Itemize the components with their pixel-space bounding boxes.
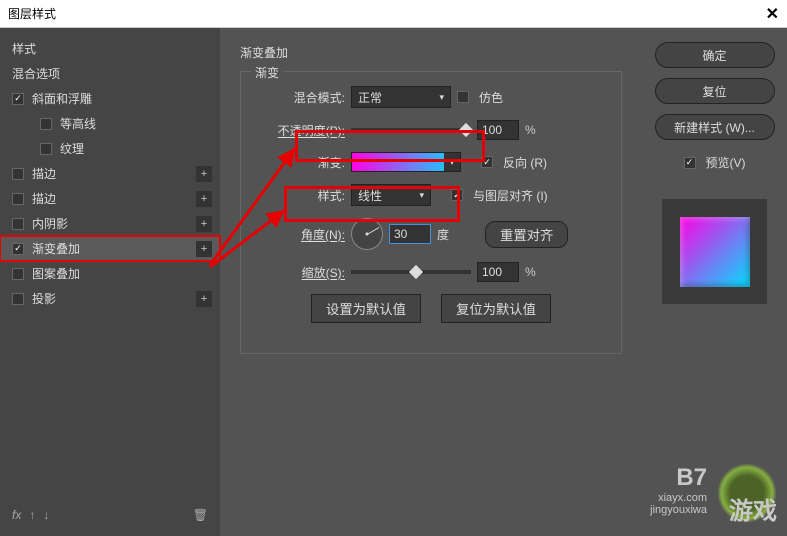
fx-icon[interactable]: fx [12, 508, 21, 522]
checkbox-icon[interactable] [12, 93, 24, 105]
window-title: 图层样式 [8, 5, 56, 22]
dither-label: 仿色 [479, 89, 503, 106]
arrow-down-icon[interactable]: ↓ [43, 508, 49, 522]
titlebar: 图层样式 ✕ [0, 0, 787, 28]
sidebar-item-drop-shadow[interactable]: 投影 + [0, 286, 220, 311]
sidebar-item-stroke-1[interactable]: 描边 + [0, 161, 220, 186]
sidebar-item-label: 描边 [32, 165, 56, 182]
arrow-up-icon[interactable]: ↑ [29, 508, 35, 522]
checkbox-icon[interactable] [12, 193, 24, 205]
plus-icon[interactable]: + [196, 191, 212, 207]
sidebar-item-label: 斜面和浮雕 [32, 90, 92, 107]
right-panel: 确定 复位 新建样式 (W)... 预览(V) [642, 28, 787, 536]
align-checkbox[interactable] [451, 189, 463, 201]
scale-label: 缩放(S): [259, 264, 345, 281]
sidebar-styles-header[interactable]: 样式 [0, 36, 220, 61]
reset-button[interactable]: 复位 [655, 78, 775, 104]
sidebar-blend-options[interactable]: 混合选项 [0, 61, 220, 86]
gradient-picker[interactable]: ▾ [351, 152, 461, 172]
styles-sidebar: 样式 混合选项 斜面和浮雕 等高线 纹理 描边 + 描边 + 内阴影 + [0, 28, 220, 536]
dither-checkbox[interactable] [457, 91, 469, 103]
percent-label: % [525, 123, 536, 137]
plus-icon[interactable]: + [196, 166, 212, 182]
fieldset-legend: 渐变 [251, 64, 283, 81]
plus-icon[interactable]: + [196, 291, 212, 307]
close-icon[interactable]: ✕ [766, 4, 779, 24]
reset-default-button[interactable]: 复位为默认值 [441, 294, 551, 323]
reset-align-button[interactable]: 重置对齐 [485, 221, 568, 248]
reverse-checkbox[interactable] [481, 156, 493, 168]
plus-icon[interactable]: + [196, 241, 212, 257]
scale-input[interactable]: 100 [477, 262, 519, 282]
panel-title: 渐变叠加 [240, 44, 622, 61]
plus-icon[interactable]: + [196, 216, 212, 232]
options-panel: 渐变叠加 渐变 混合模式: 正常 ▾ 仿色 不透明度(P): 100 % 渐变: [220, 28, 642, 536]
sidebar-item-label: 图案叠加 [32, 265, 80, 282]
checkbox-icon[interactable] [12, 218, 24, 230]
sidebar-item-label: 纹理 [60, 140, 84, 157]
gradient-label: 渐变: [259, 154, 345, 171]
watermark: B7 xiayx.com jingyouxiwa 游戏 [717, 463, 777, 526]
sidebar-footer: fx ↑ ↓ 🗑 [0, 502, 220, 528]
sidebar-item-label: 投影 [32, 290, 56, 307]
sidebar-item-bevel[interactable]: 斜面和浮雕 [0, 86, 220, 111]
chevron-down-icon: ▾ [419, 190, 424, 201]
angle-label: 角度(N): [259, 226, 345, 243]
sidebar-item-pattern-overlay[interactable]: 图案叠加 [0, 261, 220, 286]
ok-button[interactable]: 确定 [655, 42, 775, 68]
sidebar-item-texture[interactable]: 纹理 [0, 136, 220, 161]
checkbox-icon[interactable] [40, 143, 52, 155]
preview-thumbnail [662, 199, 767, 304]
sidebar-item-gradient-overlay[interactable]: 渐变叠加 + [0, 236, 220, 261]
reverse-label: 反向 (R) [503, 154, 547, 171]
preview-label: 预览(V) [706, 154, 746, 171]
sidebar-item-label: 渐变叠加 [32, 240, 80, 257]
checkbox-icon[interactable] [40, 118, 52, 130]
blend-mode-label: 混合模式: [259, 89, 345, 106]
set-default-button[interactable]: 设置为默认值 [311, 294, 421, 323]
checkbox-icon[interactable] [12, 243, 24, 255]
blend-mode-select[interactable]: 正常 ▾ [351, 86, 451, 108]
gradient-fieldset: 渐变 混合模式: 正常 ▾ 仿色 不透明度(P): 100 % 渐变: ▾ [240, 71, 622, 354]
angle-dial[interactable] [351, 218, 383, 250]
opacity-input[interactable]: 100 [477, 120, 519, 140]
checkbox-icon[interactable] [12, 168, 24, 180]
angle-unit: 度 [437, 226, 449, 243]
preview-checkbox[interactable] [684, 157, 696, 169]
angle-input[interactable]: 30 [389, 224, 431, 244]
scale-slider[interactable] [351, 270, 471, 274]
sidebar-item-label: 内阴影 [32, 215, 68, 232]
trash-icon[interactable]: 🗑 [193, 508, 208, 522]
new-style-button[interactable]: 新建样式 (W)... [655, 114, 775, 140]
sidebar-item-label: 描边 [32, 190, 56, 207]
checkbox-icon[interactable] [12, 293, 24, 305]
chevron-down-icon[interactable]: ▾ [444, 153, 460, 171]
style-select[interactable]: 线性 ▾ [351, 184, 431, 206]
sidebar-item-inner-shadow[interactable]: 内阴影 + [0, 211, 220, 236]
opacity-label: 不透明度(P): [259, 122, 345, 139]
style-label: 样式: [259, 187, 345, 204]
sidebar-item-contour[interactable]: 等高线 [0, 111, 220, 136]
sidebar-item-stroke-2[interactable]: 描边 + [0, 186, 220, 211]
opacity-slider[interactable] [351, 128, 471, 132]
sidebar-item-label: 等高线 [60, 115, 96, 132]
align-label: 与图层对齐 (I) [473, 187, 548, 204]
chevron-down-icon: ▾ [439, 92, 444, 103]
checkbox-icon[interactable] [12, 268, 24, 280]
percent-label: % [525, 265, 536, 279]
